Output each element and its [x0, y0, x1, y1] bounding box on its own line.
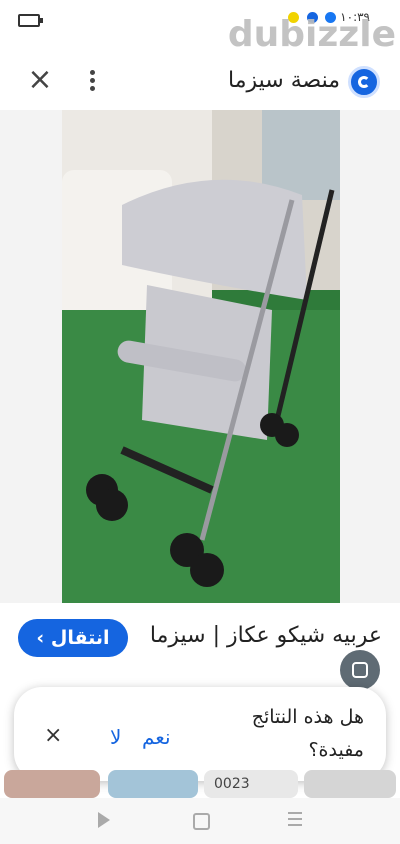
thumbnail-text: 0023 [214, 776, 250, 792]
feedback-question: هل هذه النتائج مفيدة؟ [251, 706, 364, 761]
back-icon[interactable] [98, 812, 110, 828]
visit-button[interactable]: انتقال › [18, 619, 128, 657]
feedback-yes-button[interactable]: نعم [142, 725, 171, 749]
system-nav-bar [0, 798, 400, 844]
image-viewer [0, 110, 400, 690]
thumbnail[interactable] [4, 770, 100, 798]
feedback-no-button[interactable]: لا [110, 725, 121, 749]
lens-search-icon[interactable] [340, 650, 380, 690]
site-title: منصة سيزما [228, 68, 340, 93]
thumbnail[interactable]: 0023 [204, 770, 298, 798]
battery-icon [18, 14, 43, 27]
thumbnail[interactable] [304, 770, 396, 798]
close-icon[interactable]: × [26, 65, 54, 95]
recents-icon[interactable] [288, 812, 302, 830]
status-bar: ١٠:٣٩ dubizzle [0, 0, 400, 55]
stroller-photo[interactable] [62, 110, 340, 603]
more-vert-icon[interactable] [82, 68, 102, 96]
dubizzle-watermark: dubizzle [227, 14, 396, 55]
feedback-card: هل هذه النتائج مفيدة؟ نعم لا × [14, 687, 386, 781]
related-thumbnails: 0023 [0, 770, 400, 798]
home-icon[interactable] [193, 813, 210, 830]
top-bar: × منصة سيزما [0, 56, 400, 110]
result-caption[interactable]: عربيه شيكو عكاز | سيزما [142, 616, 382, 656]
close-icon[interactable]: × [44, 723, 62, 748]
thumbnail[interactable] [108, 770, 198, 798]
site-logo-icon [348, 66, 380, 98]
